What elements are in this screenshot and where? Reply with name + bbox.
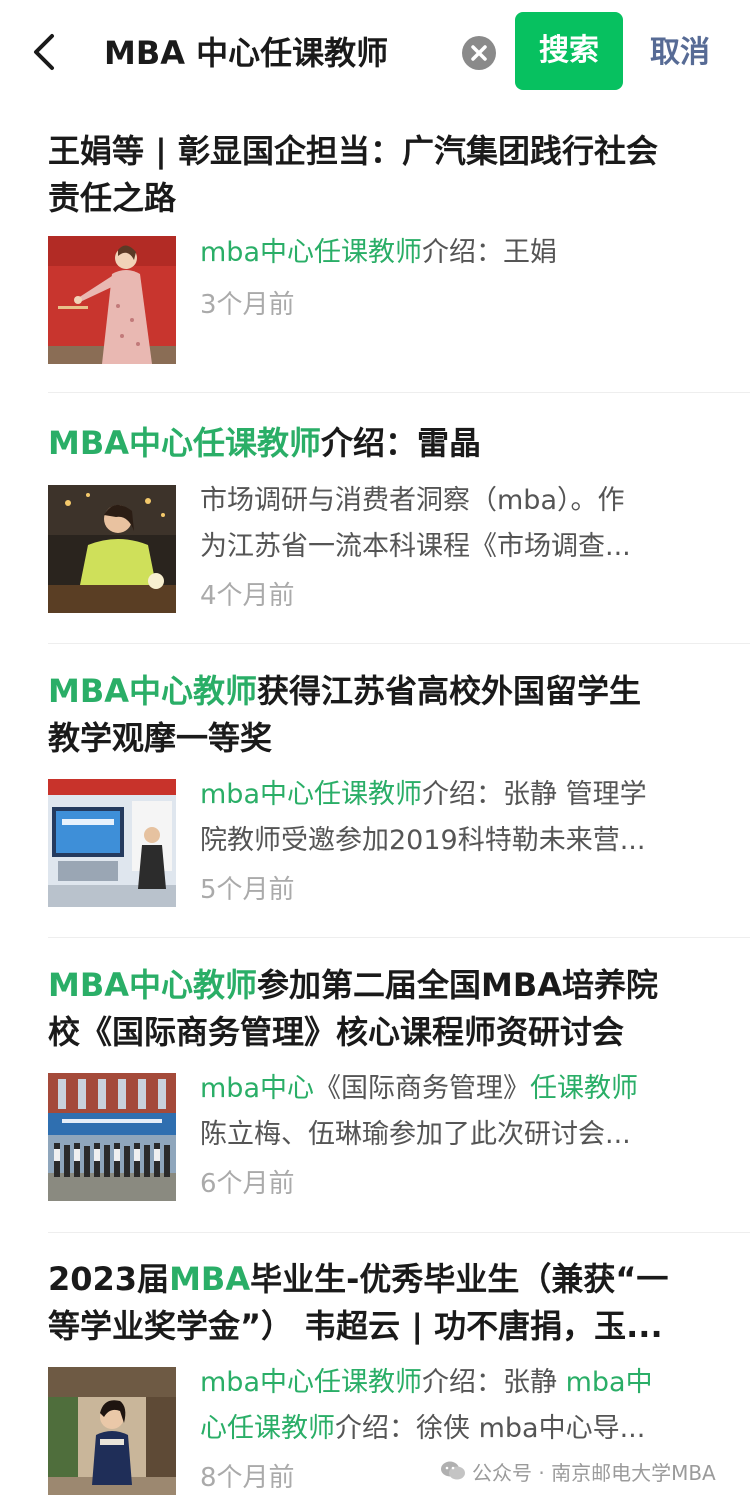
search-input[interactable]: MBA 中心任课教师 — [104, 28, 388, 78]
result-title: 2023届MBA毕业生-优秀毕业生（兼获“一 等学业奖学金”） 韦超云 | 功不… — [48, 1256, 713, 1350]
result-snippet: mba中心任课教师介绍：王娟 — [200, 230, 700, 276]
wechat-icon — [440, 1460, 466, 1490]
cancel-button[interactable]: 取消 — [650, 28, 710, 78]
keyword-highlight: MBA中心任课教师 — [48, 424, 322, 462]
text-segment: 院教师受邀参加2019科特勒未来营... — [200, 825, 646, 856]
back-icon[interactable] — [24, 22, 64, 82]
result-title-line: 2023届MBA毕业生-优秀毕业生（兼获“一 — [48, 1256, 713, 1303]
keyword-highlight: MBA中心教师 — [48, 966, 258, 1004]
result-title-line: MBA中心教师获得江苏省高校外国留学生 — [48, 668, 713, 715]
result-title: MBA中心任课教师介绍：雷晶 — [48, 420, 713, 467]
result-time: 8个月前 — [200, 1463, 295, 1493]
text-segment: 教学观摩一等奖 — [48, 719, 273, 757]
text-segment: 陈立梅、伍琳瑜参加了此次研讨会... — [200, 1119, 631, 1150]
result-title-line: 责任之路 — [48, 175, 713, 222]
divider — [48, 643, 750, 644]
text-segment: 市场调研与消费者洞察（mba）。作 — [200, 485, 625, 516]
result-time: 3个月前 — [200, 290, 295, 320]
result-time: 4个月前 — [200, 581, 295, 611]
divider — [48, 392, 750, 393]
result-title: 王娟等 | 彰显国企担当：广汽集团践行社会 责任之路 — [48, 128, 713, 222]
text-segment: 责任之路 — [48, 179, 177, 217]
snippet-line: mba中心任课教师介绍：王娟 — [200, 230, 700, 276]
result-snippet: 市场调研与消费者洞察（mba）。作 为江苏省一流本科课程《市场调查... — [200, 478, 700, 570]
result-title: MBA中心教师获得江苏省高校外国留学生 教学观摩一等奖 — [48, 668, 713, 762]
result-thumbnail — [48, 1367, 176, 1495]
result-time: 5个月前 — [200, 875, 295, 905]
search-button[interactable]: 搜索 — [515, 12, 623, 90]
result-thumbnail — [48, 485, 176, 613]
text-segment: 2023届 — [48, 1260, 170, 1298]
result-title-line: MBA中心任课教师介绍：雷晶 — [48, 420, 713, 467]
keyword-highlight: mba中 — [565, 1367, 653, 1398]
divider — [48, 1232, 750, 1233]
text-segment: 毕业生-优秀毕业生（兼获“一 — [250, 1260, 669, 1298]
result-thumbnail — [48, 236, 176, 364]
keyword-highlight: mba中心任课教师 — [200, 779, 422, 810]
result-title-line: 教学观摩一等奖 — [48, 715, 713, 762]
keyword-highlight: MBA — [169, 1260, 251, 1298]
snippet-line: mba中心任课教师介绍：张静 管理学 — [200, 772, 700, 818]
keyword-highlight: mba中心 — [200, 1073, 314, 1104]
result-title: MBA中心教师参加第二届全国MBA培养院 校《国际商务管理》核心课程师资研讨会 — [48, 962, 713, 1056]
snippet-line: mba中心《国际商务管理》任课教师 — [200, 1066, 700, 1112]
text-segment: 王娟等 | 彰显国企担当：广汽集团践行社会 — [48, 132, 658, 170]
clear-icon[interactable] — [462, 36, 496, 70]
result-snippet: mba中心任课教师介绍：张静 mba中 心任课教师介绍：徐侠 mba中心导... — [200, 1360, 700, 1452]
text-segment: 《国际商务管理》 — [314, 1073, 530, 1104]
result-snippet: mba中心任课教师介绍：张静 管理学 院教师受邀参加2019科特勒未来营... — [200, 772, 700, 864]
text-segment: 介绍：张静 管理学 — [422, 779, 647, 810]
text-segment: 等学业奖学金”） 韦超云 | 功不唐捐，玉... — [48, 1307, 663, 1345]
snippet-line: 市场调研与消费者洞察（mba）。作 — [200, 478, 700, 524]
snippet-line: 院教师受邀参加2019科特勒未来营... — [200, 818, 700, 864]
result-title-line: 王娟等 | 彰显国企担当：广汽集团践行社会 — [48, 128, 713, 175]
text-segment: 为江苏省一流本科课程《市场调查... — [200, 531, 631, 562]
result-title-line: MBA中心教师参加第二届全国MBA培养院 — [48, 962, 713, 1009]
search-bar: MBA 中心任课教师 搜索 取消 — [0, 0, 750, 106]
text-segment: 介绍：王娟 — [422, 237, 557, 268]
result-title-line: 校《国际商务管理》核心课程师资研讨会 — [48, 1009, 713, 1056]
text-segment: 介绍：雷晶 — [321, 424, 482, 462]
result-title-line: 等学业奖学金”） 韦超云 | 功不唐捐，玉... — [48, 1303, 713, 1350]
snippet-line: mba中心任课教师介绍：张静 mba中 — [200, 1360, 700, 1406]
keyword-highlight: 任课教师 — [530, 1073, 638, 1104]
keyword-highlight: mba中心任课教师 — [200, 237, 422, 268]
snippet-line: 为江苏省一流本科课程《市场调查... — [200, 524, 700, 570]
keyword-highlight: mba中心任课教师 — [200, 1367, 422, 1398]
text-segment: 参加第二届全国MBA培养院 — [257, 966, 659, 1004]
keyword-highlight: MBA中心教师 — [48, 672, 258, 710]
snippet-line: 陈立梅、伍琳瑜参加了此次研讨会... — [200, 1112, 700, 1158]
result-thumbnail — [48, 1073, 176, 1201]
text-segment: 介绍：张静 — [422, 1367, 566, 1398]
divider — [48, 937, 750, 938]
text-segment: 校《国际商务管理》核心课程师资研讨会 — [48, 1013, 625, 1051]
result-time: 6个月前 — [200, 1169, 295, 1199]
result-thumbnail — [48, 779, 176, 907]
text-segment: 获得江苏省高校外国留学生 — [257, 672, 642, 710]
snippet-line: 心任课教师介绍：徐侠 mba中心导... — [200, 1406, 700, 1452]
watermark: 公众号 · 南京邮电大学MBA — [440, 1458, 716, 1490]
result-snippet: mba中心《国际商务管理》任课教师 陈立梅、伍琳瑜参加了此次研讨会... — [200, 1066, 700, 1158]
watermark-text: 公众号 · 南京邮电大学MBA — [472, 1461, 716, 1485]
keyword-highlight: 心任课教师 — [200, 1413, 335, 1444]
text-segment: 介绍：徐侠 mba中心导... — [335, 1413, 646, 1444]
